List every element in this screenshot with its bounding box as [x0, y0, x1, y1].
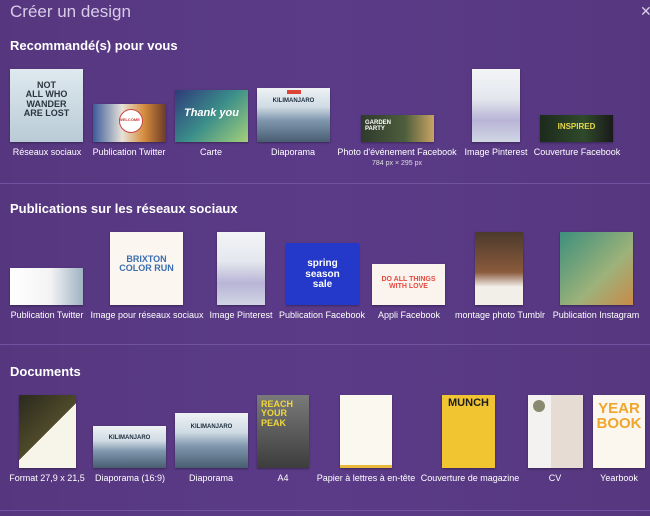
thumb-yearbook[interactable]: YEAR BOOK: [593, 395, 645, 468]
label-slideshow[interactable]: Diaporama: [271, 147, 315, 157]
thumb-tumblr[interactable]: [475, 232, 523, 305]
thumb-social-image[interactable]: BRIXTON COLOR RUN: [110, 232, 183, 305]
thumb-pinterest[interactable]: [472, 69, 520, 142]
thumb-social-image-text: BRIXTON COLOR RUN: [119, 254, 174, 274]
label-card[interactable]: Carte: [200, 147, 222, 157]
divider: [0, 344, 650, 345]
thumb-a4-text: REACH YOUR PEAK: [261, 399, 294, 428]
label-social-image[interactable]: Image pour réseaux sociaux: [90, 310, 203, 320]
label-fb-cover[interactable]: Couverture Facebook: [534, 147, 621, 157]
label-letterhead[interactable]: Papier à lettres à en-tête: [317, 473, 416, 483]
label-social-pinterest[interactable]: Image Pinterest: [209, 310, 272, 320]
close-icon[interactable]: ✕: [640, 3, 650, 19]
label-fb-event[interactable]: Photo d'événement Facebook: [337, 147, 456, 157]
thumb-slideshow[interactable]: KILIMANJARO: [257, 88, 330, 142]
label-social-twitter[interactable]: Publication Twitter: [11, 310, 84, 320]
label-doc-slideshow[interactable]: Diaporama: [189, 473, 233, 483]
thumb-magazine-text: MUNCH: [448, 397, 489, 409]
thumb-slideshow-169[interactable]: KILIMANJARO: [93, 426, 166, 468]
label-tumblr[interactable]: montage photo Tumblr: [455, 310, 545, 320]
thumb-a4[interactable]: REACH YOUR PEAK: [257, 395, 309, 468]
create-design-panel: Créer un design ✕ Recommandé(s) pour vou…: [0, 0, 650, 516]
thumb-slideshow-text: KILIMANJARO: [272, 98, 315, 104]
label-instagram[interactable]: Publication Instagram: [553, 310, 640, 320]
label-social-facebook[interactable]: Publication Facebook: [279, 310, 365, 320]
thumb-social-text: NOT ALL WHO WANDER ARE LOST: [23, 80, 70, 119]
thumb-magazine[interactable]: MUNCH: [442, 395, 495, 468]
label-social[interactable]: Réseaux sociaux: [13, 147, 82, 157]
thumb-card[interactable]: Thank you: [175, 90, 248, 142]
thumb-card-text: Thank you: [183, 107, 239, 119]
section-title-social: Publications sur les réseaux sociaux: [10, 201, 238, 216]
thumb-twitter-text: WELCOME: [119, 117, 140, 122]
label-cv[interactable]: CV: [549, 473, 562, 483]
label-pinterest[interactable]: Image Pinterest: [464, 147, 527, 157]
thumb-letterhead[interactable]: [340, 395, 392, 468]
thumb-doc-slideshow-text: KILIMANJARO: [190, 424, 233, 430]
divider: [0, 510, 650, 511]
thumb-social-facebook[interactable]: spring season sale: [286, 243, 359, 305]
section-title-documents: Documents: [10, 364, 81, 379]
label-magazine[interactable]: Couverture de magazine: [421, 473, 520, 483]
thumb-fb-app[interactable]: DO ALL THINGS WITH LOVE: [372, 264, 445, 305]
thumb-fb-cover-text: INSPIRED: [557, 122, 596, 131]
thumb-social-pinterest[interactable]: [217, 232, 265, 305]
label-slideshow-169[interactable]: Diaporama (16:9): [95, 473, 165, 483]
thumb-social-twitter[interactable]: [10, 268, 83, 305]
thumb-social-facebook-text: spring season sale: [305, 258, 340, 290]
thumb-letter-format[interactable]: [19, 395, 76, 468]
thumb-doc-slideshow[interactable]: KILIMANJARO: [175, 413, 248, 468]
thumb-fb-cover[interactable]: INSPIRED: [540, 115, 613, 142]
label-twitter[interactable]: Publication Twitter: [93, 147, 166, 157]
label-fb-app[interactable]: Appli Facebook: [378, 310, 440, 320]
label-a4[interactable]: A4: [277, 473, 288, 483]
label-fb-event-size: 784 px × 295 px: [371, 160, 423, 167]
divider: [0, 183, 650, 184]
label-yearbook[interactable]: Yearbook: [600, 473, 638, 483]
thumb-fb-event-text: GARDEN PARTY: [365, 120, 392, 133]
thumb-slideshow-169-text: KILIMANJARO: [108, 435, 151, 441]
page-title: Créer un design: [10, 2, 131, 21]
label-letter-format[interactable]: Format 27,9 x 21,5: [9, 473, 85, 483]
thumb-fb-app-text: DO ALL THINGS WITH LOVE: [381, 276, 436, 291]
thumb-yearbook-text: YEAR BOOK: [596, 400, 642, 432]
thumb-instagram[interactable]: [560, 232, 633, 305]
thumb-twitter[interactable]: WELCOME: [93, 104, 166, 142]
thumb-fb-event[interactable]: GARDEN PARTY: [361, 115, 434, 142]
thumb-cv[interactable]: [528, 395, 583, 468]
section-title-recommended: Recommandé(s) pour vous: [10, 38, 178, 53]
thumb-social[interactable]: NOT ALL WHO WANDER ARE LOST: [10, 69, 83, 142]
